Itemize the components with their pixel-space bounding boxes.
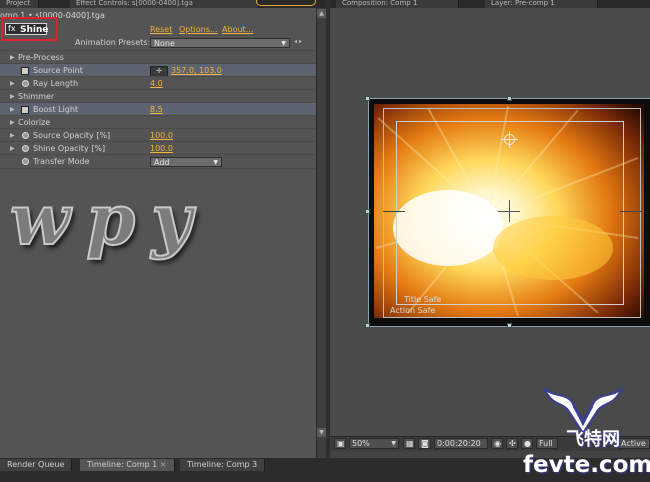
magnification-dropdown[interactable]: 50% ▼ [349,438,399,449]
current-time-display[interactable]: 0:00:20:20 [434,438,488,449]
snapshot-icon[interactable]: ◙ [418,438,431,449]
action-safe-label: Action Safe [390,306,436,315]
presets-value: None [154,39,175,48]
tab-label: Timeline: Comp 1 [87,460,158,469]
transfer-mode-value: Add [154,158,170,167]
param-source-point[interactable]: Source Point ✛ 357.0, 103.0 [0,63,316,77]
group-pre-process[interactable]: ▶ Pre-Process [0,50,316,64]
tab-project[interactable]: Project [0,0,39,8]
param-boost-light[interactable]: ▶ Boost Light 8.5 [0,102,316,116]
param-shine-opacity[interactable]: ▶ Shine Opacity [%] 100.0 [0,141,316,155]
reset-link[interactable]: Reset [150,25,172,34]
tab-render-queue[interactable]: Render Queue [0,459,73,471]
fevte-logo-icon [543,387,623,434]
chevron-down-icon: ▼ [391,440,396,447]
color-channel-icon[interactable]: ● [521,438,533,449]
chevron-down-icon: ▼ [213,159,218,166]
highlight-box [1,17,58,41]
watermark-text: fevte.com [523,452,650,478]
title-safe-label: Title Safe [404,295,442,304]
tab-effect-controls[interactable]: Effect Controls: s[0000-0400].tga [70,0,259,8]
panel-tab-highlight [256,0,316,6]
title-safe-guide [396,121,624,305]
chevron-down-icon: ▼ [281,40,286,47]
watermark-chinese: 飞特网 [566,429,620,450]
param-source-opacity[interactable]: ▶ Source Opacity [%] 100.0 [0,128,316,142]
tab-timeline-comp1[interactable]: Timeline: Comp 1 × [80,459,175,471]
left-mark-h [383,211,405,212]
stopwatch-icon[interactable] [22,158,29,165]
stopwatch-icon[interactable] [21,67,29,75]
show-channel-icon[interactable]: ✣ [506,438,518,449]
stopwatch-icon[interactable] [22,80,29,87]
transform-handle[interactable] [365,96,370,101]
center-mark-h [498,211,520,212]
safe-zones-icon[interactable]: ▦ [403,438,415,449]
group-shimmer[interactable]: ▶ Shimmer [0,89,316,103]
stopwatch-icon[interactable] [22,132,29,139]
stopwatch-icon[interactable] [22,145,29,152]
transform-handle[interactable] [365,323,370,328]
param-ray-length[interactable]: ▶ Ray Length 4.0 [0,76,316,90]
options-link[interactable]: Options... [179,25,218,34]
active-camera-dropdown[interactable]: Active Ca [618,438,650,449]
right-mark-h [620,211,642,212]
transfer-mode-dropdown[interactable]: Add ▼ [150,157,222,167]
param-transfer-mode[interactable]: Transfer Mode Add ▼ [0,154,316,169]
camera-value: Active Ca [621,439,649,448]
stopwatch-icon[interactable] [21,106,29,114]
resolution-dropdown[interactable]: Full [536,438,558,449]
group-colorize[interactable]: ▶ Colorize [0,115,316,129]
scroll-down-icon[interactable]: ▼ [317,428,326,437]
transfer-mode-label: Transfer Mode [33,157,90,166]
close-icon[interactable]: × [160,460,167,469]
zoom-value: 50% [352,439,370,448]
animation-presets-dropdown[interactable]: None ▼ [150,38,290,48]
transform-handle[interactable] [365,209,370,214]
crosshair-hline [501,139,518,140]
scroll-up-icon[interactable]: ▲ [317,9,326,18]
camera-icon[interactable]: ◉ [491,438,503,449]
timecode: 0:00:20:20 [437,439,481,448]
tab-timeline-comp3[interactable]: Timeline: Comp 3 [180,459,266,471]
preset-nav-icons[interactable]: ◂ ▸ [294,38,302,45]
about-link[interactable]: About... [222,25,253,34]
transform-handle[interactable] [507,96,512,101]
tab-layer[interactable]: Layer: Pre-comp 1 [485,0,598,8]
resolution-value: Full [539,439,553,448]
tab-composition[interactable]: Composition: Comp 1 [336,0,459,8]
wpy-canvas-text: wpy [9,178,208,261]
animation-presets-label: Animation Presets: [75,38,151,47]
always-preview-icon[interactable]: ▣ [334,438,346,449]
transform-handle[interactable] [507,323,512,328]
